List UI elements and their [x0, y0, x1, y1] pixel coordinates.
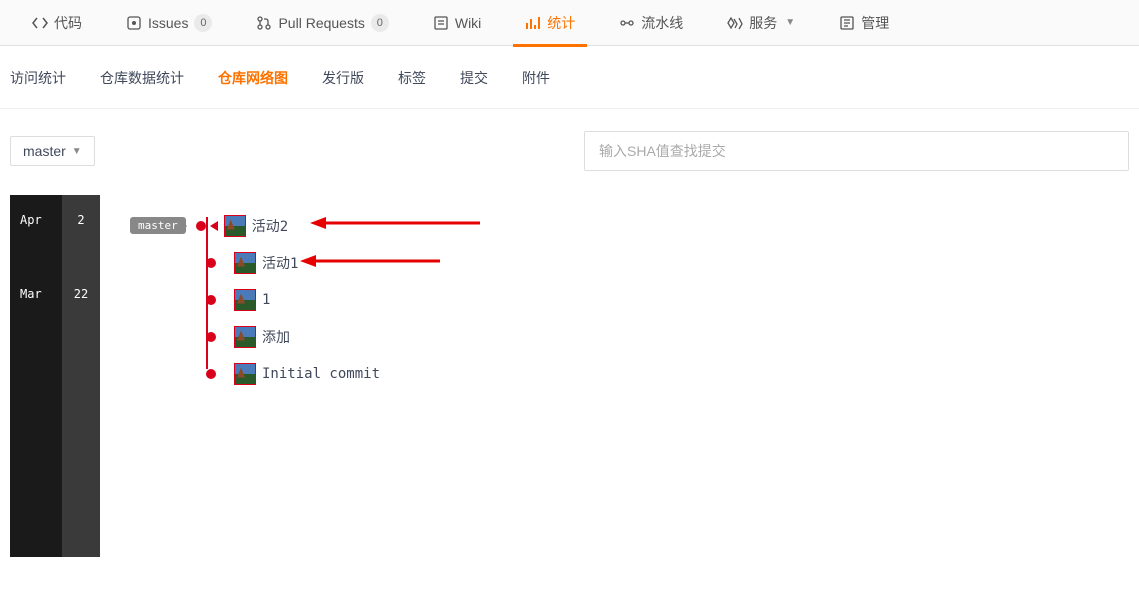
service-icon: [727, 15, 743, 31]
avatar[interactable]: [234, 326, 256, 348]
avatar[interactable]: [234, 252, 256, 274]
nav-pull-requests[interactable]: Pull Requests 0: [234, 0, 410, 46]
commit-message[interactable]: 活动2: [252, 216, 288, 236]
nav-label: 流水线: [641, 13, 683, 33]
nav-issues[interactable]: Issues 0: [104, 0, 234, 46]
subnav-repo-network[interactable]: 仓库网络图: [218, 68, 288, 94]
timeline: Apr Mar 2 22: [10, 195, 100, 557]
sub-nav: 访问统计 仓库数据统计 仓库网络图 发行版 标签 提交 附件: [0, 46, 1139, 109]
chevron-down-icon: ▼: [72, 146, 82, 157]
subnav-attachments[interactable]: 附件: [522, 68, 550, 94]
nav-pipeline[interactable]: 流水线: [597, 0, 705, 46]
subnav-tags[interactable]: 标签: [398, 68, 426, 94]
pipeline-icon: [619, 15, 635, 31]
nav-code[interactable]: 代码: [10, 0, 104, 46]
issue-icon: [126, 15, 142, 31]
avatar[interactable]: [234, 289, 256, 311]
subnav-commits[interactable]: 提交: [460, 68, 488, 94]
day-label: 22: [62, 283, 100, 357]
issues-badge: 0: [194, 14, 212, 32]
branch-name: master: [23, 143, 66, 159]
commit-dot[interactable]: [206, 295, 216, 305]
timeline-months: Apr Mar: [10, 195, 62, 557]
commit-row[interactable]: 1: [130, 281, 1139, 318]
nav-services[interactable]: 服务 ▼: [705, 0, 817, 46]
avatar[interactable]: [224, 215, 246, 237]
sha-search-input[interactable]: [584, 131, 1129, 171]
nav-manage[interactable]: 管理: [817, 0, 911, 46]
commit-dot[interactable]: [206, 258, 216, 268]
month-spacer: [10, 357, 62, 557]
code-icon: [32, 15, 48, 31]
commit-dot[interactable]: [196, 221, 206, 231]
commit-row[interactable]: 活动1: [130, 244, 1139, 281]
pr-badge: 0: [371, 14, 389, 32]
day-spacer: [62, 357, 100, 557]
avatar[interactable]: [234, 363, 256, 385]
commit-row[interactable]: master 活动2: [130, 207, 1139, 244]
commit-message[interactable]: 添加: [262, 327, 290, 347]
commit-dot[interactable]: [206, 332, 216, 342]
commit-message[interactable]: 活动1: [262, 253, 298, 273]
nav-wiki[interactable]: Wiki: [411, 0, 503, 46]
nav-label: 代码: [54, 13, 82, 33]
commit-message[interactable]: 1: [262, 292, 270, 308]
subnav-repo-data-stats[interactable]: 仓库数据统计: [100, 68, 184, 94]
timeline-days: 2 22: [62, 195, 100, 557]
graph-area[interactable]: master 活动2 活动1 1 添加: [100, 195, 1139, 557]
nav-label: 服务: [749, 13, 777, 33]
triangle-icon: [210, 221, 218, 231]
network-graph: Apr Mar 2 22 master 活动2 活动1: [0, 185, 1139, 557]
day-label: 2: [62, 209, 100, 283]
subnav-access-stats[interactable]: 访问统计: [10, 68, 66, 94]
toolbar: master ▼: [0, 109, 1139, 185]
commit-row[interactable]: 添加: [130, 318, 1139, 355]
commit-row[interactable]: Initial commit: [130, 355, 1139, 392]
subnav-releases[interactable]: 发行版: [322, 68, 364, 94]
commit-line: [206, 217, 208, 369]
month-label: Mar: [10, 283, 62, 357]
branch-tag[interactable]: master: [130, 217, 186, 234]
top-nav: 代码 Issues 0 Pull Requests 0 Wiki 统计 流水线 …: [0, 0, 1139, 46]
stats-icon: [525, 15, 541, 31]
commit-message[interactable]: Initial commit: [262, 366, 380, 382]
month-label: Apr: [10, 209, 62, 283]
nav-label: 管理: [861, 13, 889, 33]
commit-dot[interactable]: [206, 369, 216, 379]
chevron-down-icon: ▼: [785, 17, 795, 28]
branch-selector[interactable]: master ▼: [10, 136, 95, 166]
nav-stats[interactable]: 统计: [503, 0, 597, 46]
nav-label: Wiki: [455, 15, 481, 31]
nav-label: Issues: [148, 15, 188, 31]
pr-icon: [256, 15, 272, 31]
nav-label: Pull Requests: [278, 15, 364, 31]
wiki-icon: [433, 15, 449, 31]
nav-label: 统计: [547, 13, 575, 33]
manage-icon: [839, 15, 855, 31]
